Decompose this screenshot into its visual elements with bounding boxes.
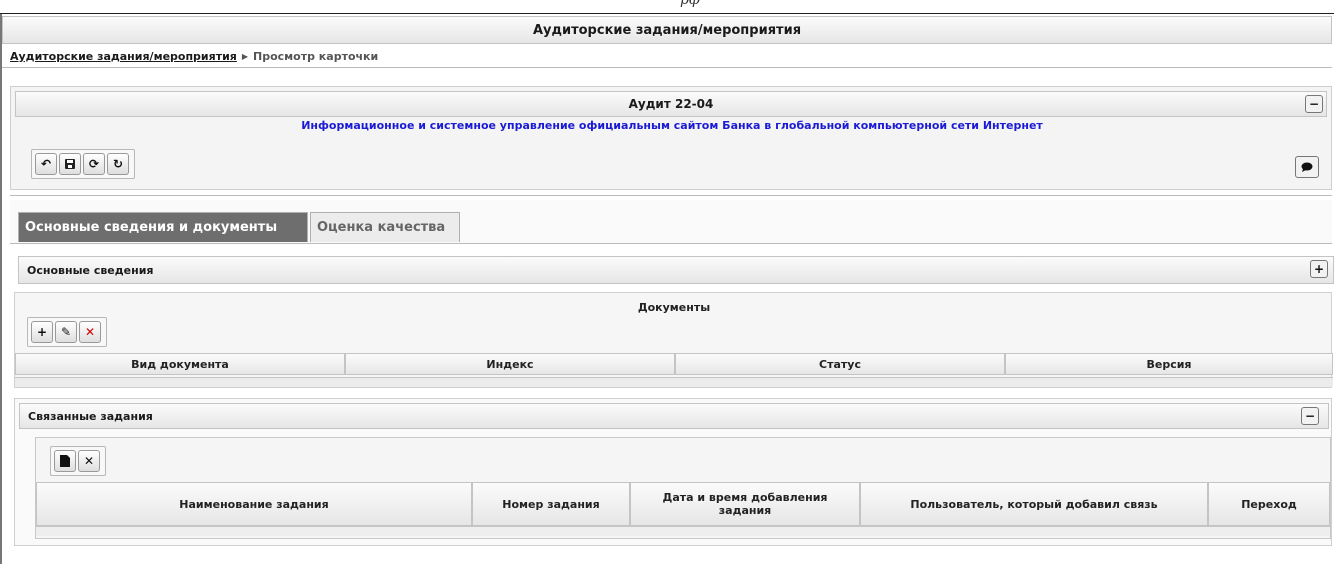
documents-table-header: Вид документа Индекс Статус Версия <box>15 353 1333 375</box>
column-added-by-user[interactable]: Пользователь, который добавил связь <box>860 482 1208 526</box>
edit-document-icon[interactable]: ✎ <box>55 321 77 343</box>
column-status[interactable]: Статус <box>675 353 1005 375</box>
linked-tasks-table-footer <box>36 526 1330 536</box>
documents-toolbar: + ✎ ✕ <box>27 317 107 347</box>
basic-info-header[interactable]: Основные сведения <box>18 256 1334 284</box>
linked-tasks-header[interactable]: Связанные задания <box>19 403 1329 429</box>
delete-document-icon[interactable]: ✕ <box>79 321 101 343</box>
header-fragment: рф <box>680 0 700 8</box>
column-navigation[interactable]: Переход <box>1208 482 1330 526</box>
page-title: Аудиторские задания/мероприятия <box>2 16 1332 44</box>
add-document-icon[interactable]: + <box>31 321 53 343</box>
reload-icon[interactable]: ↻ <box>107 153 129 175</box>
breadcrumb-separator-icon: ▶ <box>241 52 249 61</box>
section-linked-tasks: Связанные задания − ✕ Наименование задан… <box>14 398 1332 546</box>
breadcrumb-link-audits[interactable]: Аудиторские задания/мероприятия <box>10 50 237 63</box>
card-title: Аудит 22-04 <box>15 91 1327 117</box>
document-icon <box>60 455 70 467</box>
comment-button[interactable] <box>1295 156 1319 178</box>
comment-icon <box>1301 162 1313 172</box>
card-collapse-button[interactable]: − <box>1305 95 1323 113</box>
column-doc-type[interactable]: Вид документа <box>15 353 345 375</box>
refresh-icon[interactable]: ⟳ <box>83 153 105 175</box>
linked-tasks-toolbar: ✕ <box>50 446 106 476</box>
tab-quality[interactable]: Оценка качества <box>310 212 460 242</box>
save-icon-glyph <box>65 159 75 169</box>
column-task-name[interactable]: Наименование задания <box>36 482 472 526</box>
breadcrumb: Аудиторские задания/мероприятия ▶ Просмо… <box>2 46 1332 68</box>
column-version[interactable]: Версия <box>1005 353 1333 375</box>
audit-card: Аудит 22-04 − Информационное и системное… <box>10 86 1332 190</box>
linked-tasks-panel: ✕ Наименование задания Номер задания Дат… <box>35 437 1331 539</box>
card-toolbar: ↶ ⟳ ↻ <box>31 149 135 179</box>
tab-strip: Основные сведения и документы Оценка кач… <box>10 200 1332 244</box>
linked-tasks-table-header: Наименование задания Номер задания Дата … <box>36 482 1330 526</box>
documents-title: Документы <box>637 301 711 314</box>
card-subtitle: Информационное и системное управление оф… <box>301 119 1043 132</box>
save-icon[interactable] <box>59 153 81 175</box>
section-basic-info: Основные сведения + <box>14 252 1334 284</box>
column-task-number[interactable]: Номер задания <box>472 482 630 526</box>
documents-table-footer <box>15 377 1333 387</box>
tab-main-info[interactable]: Основные сведения и документы <box>18 212 308 242</box>
column-index[interactable]: Индекс <box>345 353 675 375</box>
linked-tasks-collapse-button[interactable]: − <box>1301 407 1319 425</box>
basic-info-expand-button[interactable]: + <box>1310 260 1328 278</box>
breadcrumb-current: Просмотр карточки <box>253 50 379 63</box>
back-icon[interactable]: ↶ <box>35 153 57 175</box>
new-link-icon[interactable] <box>54 450 76 472</box>
top-strip: рф <box>0 0 1334 14</box>
column-added-datetime[interactable]: Дата и время добавления задания <box>630 482 860 526</box>
remove-link-icon[interactable]: ✕ <box>78 450 100 472</box>
section-documents: Документы + ✎ ✕ Вид документа Индекс Ста… <box>14 292 1333 388</box>
